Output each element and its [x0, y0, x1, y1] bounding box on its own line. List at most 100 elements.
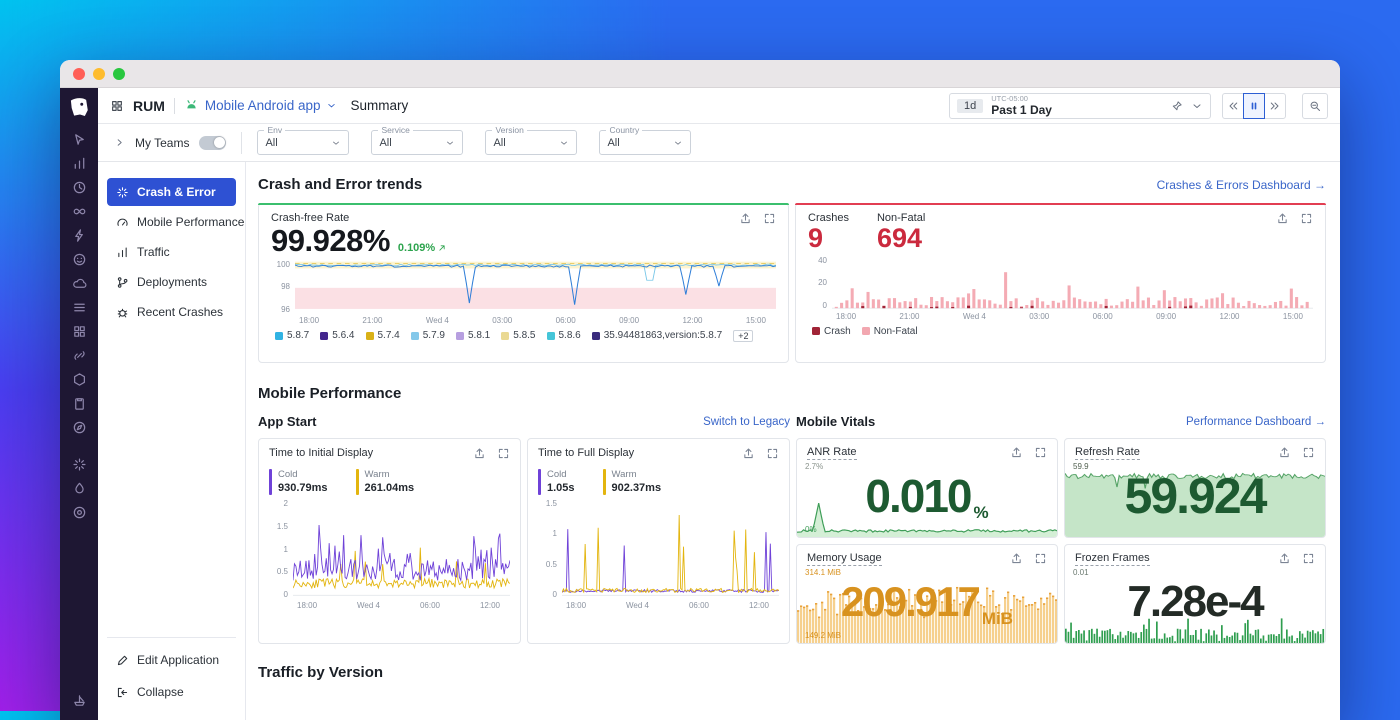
- datadog-logo-icon[interactable]: [66, 95, 92, 121]
- legend-item[interactable]: 5.8.6: [547, 330, 581, 341]
- crashes-card: Crashes 9 Non-Fatal 694: [795, 203, 1326, 363]
- legend-item[interactable]: Non-Fatal: [862, 326, 918, 337]
- expand-icon[interactable]: [1300, 212, 1313, 225]
- collapse-sidebar-button[interactable]: Collapse: [107, 678, 236, 706]
- performance-dashboard-link[interactable]: Performance Dashboard →: [1186, 416, 1326, 428]
- export-icon[interactable]: [1276, 212, 1289, 225]
- expand-icon[interactable]: [497, 447, 510, 460]
- legend-item[interactable]: Crash: [812, 326, 851, 337]
- trend-up-icon: [437, 243, 447, 253]
- expand-icon[interactable]: [1302, 446, 1315, 459]
- rail-bar-chart-icon[interactable]: [72, 156, 87, 171]
- rail-cloud-icon[interactable]: [72, 276, 87, 291]
- chevron-down-icon[interactable]: [1191, 100, 1203, 112]
- rail-cursor-icon[interactable]: [72, 132, 87, 147]
- rail-list-icon[interactable]: [72, 300, 87, 315]
- crashes-errors-dashboard-link[interactable]: Crashes & Errors Dashboard →: [1157, 178, 1326, 192]
- my-teams-toggle[interactable]: [199, 136, 226, 150]
- sidebar-item-mobile-performance[interactable]: Mobile Performance: [107, 208, 236, 236]
- export-icon[interactable]: [1010, 552, 1023, 565]
- sidebar-item-deployments[interactable]: Deployments: [107, 268, 236, 296]
- crashes-chart[interactable]: [832, 256, 1313, 310]
- expand-icon[interactable]: [766, 447, 779, 460]
- legend-item[interactable]: 35.94481863,version:5.8.7: [592, 330, 722, 341]
- legend-item[interactable]: 5.7.9: [411, 330, 445, 341]
- signal-icon: [116, 246, 129, 259]
- legend-item[interactable]: 5.6.4: [320, 330, 354, 341]
- memory-usage-card: Memory Usage 314.1 MiB 149.2 MiB: [796, 544, 1058, 644]
- minimize-window-button[interactable]: [93, 68, 105, 80]
- export-icon[interactable]: [742, 447, 755, 460]
- card-title: Crash-free Rate: [271, 212, 349, 224]
- cold-series-legend[interactable]: Cold930.79ms: [269, 469, 328, 495]
- sidebar-item-traffic[interactable]: Traffic: [107, 238, 236, 266]
- rail-link-icon[interactable]: [72, 348, 87, 363]
- chevron-down-icon: [673, 138, 683, 148]
- export-icon[interactable]: [1278, 446, 1291, 459]
- rail-infinity-icon[interactable]: [72, 204, 87, 219]
- rail-ship-icon[interactable]: [72, 693, 87, 708]
- rail-flame-icon[interactable]: [72, 481, 87, 496]
- chevron-down-icon: [326, 100, 337, 111]
- rail-crash-icon[interactable]: [72, 457, 87, 472]
- time-range-chip[interactable]: 1d: [957, 99, 983, 113]
- expand-icon[interactable]: [1034, 446, 1047, 459]
- zoom-out-button[interactable]: [1302, 93, 1328, 119]
- rail-clock-icon[interactable]: [72, 180, 87, 195]
- legend-overflow-chip[interactable]: +2: [733, 330, 753, 342]
- frozen-frames-card: Frozen Frames 0.01 7.28e-4: [1064, 544, 1326, 644]
- pause-button[interactable]: [1243, 93, 1265, 119]
- version-filter-dropdown[interactable]: Version All: [485, 130, 577, 155]
- summary-sidebar: Crash & Error Mobile Performance Traffic…: [98, 162, 246, 720]
- y-axis-labels: 2 1.5 1 0.5 0: [269, 499, 293, 599]
- expand-icon[interactable]: [763, 212, 776, 225]
- application-selector[interactable]: Mobile Android app: [184, 98, 338, 113]
- cold-series-legend[interactable]: Cold1.05s: [538, 469, 575, 495]
- warm-series-legend[interactable]: Warm902.37ms: [603, 469, 662, 495]
- legend-item[interactable]: 5.8.1: [456, 330, 490, 341]
- legend-item[interactable]: 5.8.5: [501, 330, 535, 341]
- non-fatal-value: 694: [877, 224, 925, 254]
- chevron-right-icon[interactable]: [114, 137, 125, 148]
- x-axis-labels: 18:00 Wed 4 06:00 12:00: [538, 599, 779, 610]
- legend-item[interactable]: 5.8.7: [275, 330, 309, 341]
- zoom-window-button[interactable]: [113, 68, 125, 80]
- divider: [241, 132, 242, 154]
- memory-usage-value: 209.917 MiB: [797, 561, 1057, 643]
- rail-clipboard-icon[interactable]: [72, 396, 87, 411]
- expand-icon[interactable]: [1302, 552, 1315, 565]
- anr-rate-card: ANR Rate 2.7% 0% 0: [796, 438, 1058, 538]
- sidebar-item-crash-error[interactable]: Crash & Error: [107, 178, 236, 206]
- export-icon[interactable]: [739, 212, 752, 225]
- pin-icon[interactable]: [1171, 100, 1183, 112]
- close-window-button[interactable]: [73, 68, 85, 80]
- crash-icon: [116, 186, 129, 199]
- rail-compass-icon[interactable]: [72, 420, 87, 435]
- rail-target-icon[interactable]: [72, 505, 87, 520]
- legend-item[interactable]: 5.7.4: [366, 330, 400, 341]
- ttid-chart[interactable]: [293, 499, 510, 599]
- export-icon[interactable]: [1010, 446, 1023, 459]
- crash-free-rate-card: Crash-free Rate 99.928% 0.109%: [258, 203, 789, 363]
- time-back-button[interactable]: [1222, 93, 1244, 119]
- edit-application-button[interactable]: Edit Application: [107, 646, 236, 674]
- warm-series-legend[interactable]: Warm261.04ms: [356, 469, 415, 495]
- rail-user-smiley-icon[interactable]: [72, 252, 87, 267]
- time-forward-button[interactable]: [1264, 93, 1286, 119]
- rail-hexagon-icon[interactable]: [72, 372, 87, 387]
- rum-product-icon: [110, 99, 124, 113]
- country-filter-dropdown[interactable]: Country All: [599, 130, 691, 155]
- export-icon[interactable]: [473, 447, 486, 460]
- chevron-down-icon: [331, 138, 341, 148]
- service-filter-dropdown[interactable]: Service All: [371, 130, 463, 155]
- crash-free-rate-chart[interactable]: [295, 260, 776, 314]
- export-icon[interactable]: [1278, 552, 1291, 565]
- rail-grid-icon[interactable]: [72, 324, 87, 339]
- rail-lightning-icon[interactable]: [72, 228, 87, 243]
- ttfd-chart[interactable]: [562, 499, 779, 599]
- switch-to-legacy-link[interactable]: Switch to Legacy: [703, 416, 790, 428]
- expand-icon[interactable]: [1034, 552, 1047, 565]
- env-filter-dropdown[interactable]: Env All: [257, 130, 349, 155]
- sidebar-item-recent-crashes[interactable]: Recent Crashes: [107, 298, 236, 326]
- time-range-picker[interactable]: 1d UTC-05:00 Past 1 Day: [949, 93, 1211, 119]
